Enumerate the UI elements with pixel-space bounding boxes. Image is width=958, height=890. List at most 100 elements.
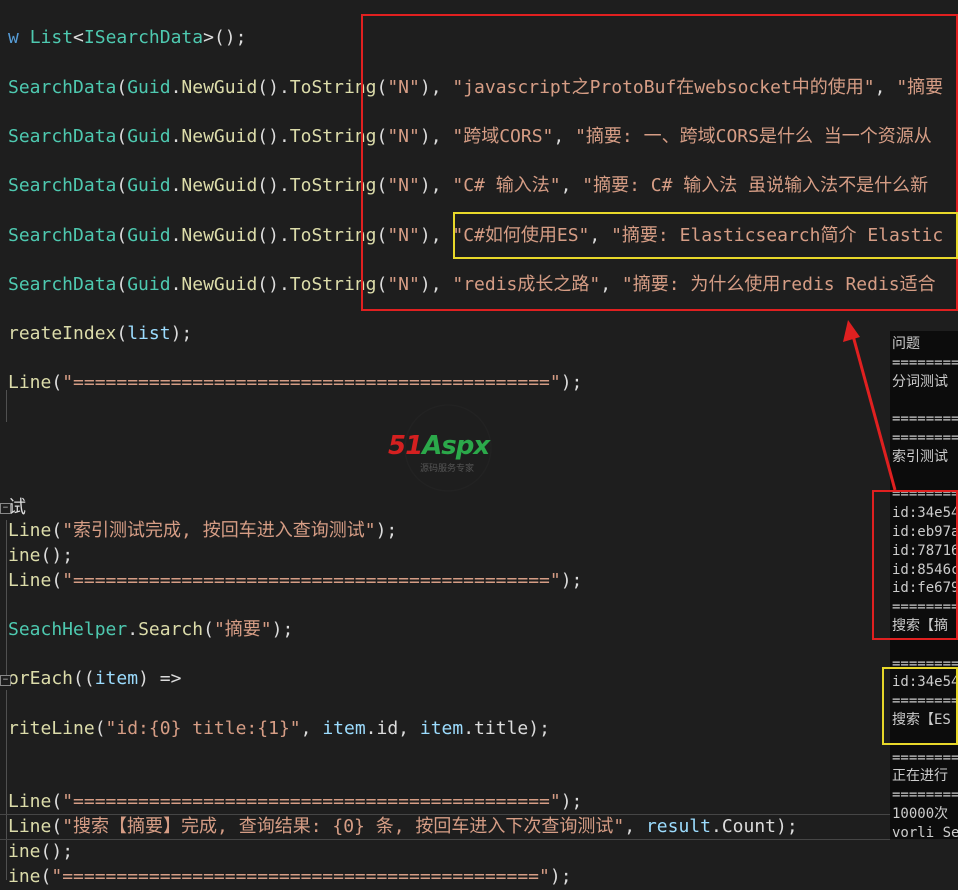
code-token: list [127,323,171,344]
code-token: SearchData [8,77,117,98]
code-token: , [300,718,323,739]
code-token: "索引测试完成, 按回车进入查询测试" [62,520,376,541]
code-line[interactable]: ine(); [8,543,73,569]
watermark-51: 51 [388,431,423,461]
code-token: SearchData [8,175,117,196]
code-line[interactable]: ine("===================================… [8,864,572,890]
code-line[interactable]: riteLine("id:{0} title:{1}", item.id, it… [8,716,550,742]
console-line: ======== [892,787,958,804]
code-token: orEach [8,668,74,689]
code-token: Guid [127,77,171,98]
fold-toggle-icon[interactable]: − [0,503,11,514]
code-token: SeachHelper [8,619,128,640]
code-token: SearchData [8,225,117,246]
code-token: (( [73,668,95,689]
console-line: 正在进行 [892,768,948,785]
code-token: Guid [127,126,171,147]
code-token: item [322,718,366,739]
code-token: ine [8,866,41,887]
code-line[interactable]: w List<ISearchData>(); [8,25,246,51]
console-line: 10000次 [892,806,949,822]
code-token: >(); [203,27,247,48]
code-token: Line [8,520,52,541]
code-line[interactable]: Line("==================================… [8,789,582,815]
code-token: Guid [127,175,171,196]
console-line: ======== [892,411,958,428]
code-line[interactable]: reateIndex(list); [8,321,192,347]
console-line: ======== [892,430,958,446]
annotation-box-console-es [882,667,958,745]
fold-guide [6,690,7,880]
code-line[interactable]: orEach((item) => [8,666,181,692]
code-token: Line [8,372,52,393]
code-token: ( [116,274,128,295]
code-token: ( [51,520,63,541]
code-token: ( [51,372,63,393]
code-token: ( [116,126,128,147]
code-token: reateIndex [8,323,117,344]
code-token: ); [375,520,398,541]
annotation-box-es-item [453,212,958,259]
code-token: ( [51,570,63,591]
code-token: NewGuid [181,126,258,147]
fold-guide [6,390,7,422]
code-token: Guid [127,274,171,295]
code-token: NewGuid [181,274,258,295]
code-token: w [8,27,30,48]
code-token: ISearchData [83,27,204,48]
current-line-highlight [0,814,890,840]
code-token: ( [51,791,63,812]
code-token: item [419,718,464,739]
console-line: vorli Se [892,824,958,839]
code-line[interactable]: ine(); [8,839,73,865]
code-line[interactable]: Line("索引测试完成, 按回车进入查询测试"); [8,518,397,544]
code-line[interactable]: SeachHelper.Search("摘要"); [8,617,293,643]
console-line: 分词测试 [892,373,948,390]
code-token: Line [8,570,52,591]
console-line: ======== [892,354,958,371]
annotation-box-console-results [872,490,958,640]
watermark-logo: 51Aspx 源码服务专家 [386,403,512,493]
code-token: ); [560,791,583,812]
code-token: List [29,27,74,48]
code-line[interactable]: Line("==================================… [8,370,582,396]
code-token: (); [40,545,74,566]
code-token: ( [40,866,52,887]
code-token: Search [138,619,204,640]
code-token: < [73,27,84,48]
code-token: (); [40,841,74,862]
code-token: . [170,175,182,196]
code-token: (). [257,225,290,246]
watermark-tagline: 源码服务专家 [420,464,475,474]
code-token: ); [560,372,583,393]
code-token: . [170,225,182,246]
fold-guide [6,520,7,680]
code-token: NewGuid [181,225,258,246]
code-token: riteLine [8,718,95,739]
code-token: (). [257,274,290,295]
code-token: item [94,668,139,689]
code-token: Line [8,791,52,812]
code-token: "id:{0} title:{1}" [105,718,301,739]
code-token: "=======================================… [62,791,561,812]
code-token: "=======================================… [62,372,561,393]
code-token: "=======================================… [51,866,550,887]
watermark-aspx: Aspx [422,431,490,461]
code-token: ( [116,175,128,196]
console-line: 索引测试 [892,448,948,465]
code-token: ); [560,570,583,591]
code-token: . [170,77,182,98]
code-token: (). [257,175,290,196]
code-token: (). [257,77,290,98]
code-token: "=======================================… [62,570,561,591]
code-token: ); [271,619,294,640]
code-token: . [170,126,182,147]
code-token: "摘要" [213,619,272,640]
code-token: ( [116,77,128,98]
code-line[interactable]: Line("==================================… [8,568,582,594]
code-token: ( [116,225,128,246]
code-token: . [127,619,139,640]
code-token: ine [8,841,41,862]
code-token: . [170,274,182,295]
fold-toggle-icon[interactable]: − [0,675,11,686]
